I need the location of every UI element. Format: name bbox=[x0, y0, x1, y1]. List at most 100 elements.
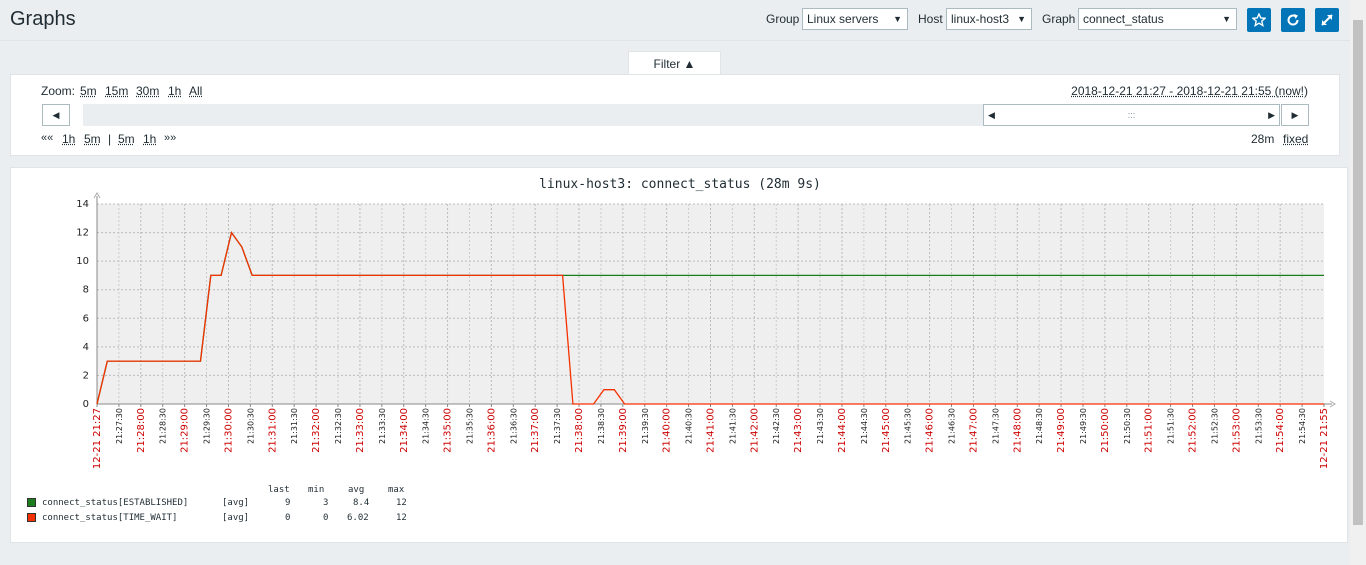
x-tick-label: 21:38:30 bbox=[597, 408, 606, 444]
forward-arrow[interactable]: »» bbox=[164, 132, 176, 144]
legend-header-min: min bbox=[308, 485, 325, 495]
x-tick-label: 21:45:30 bbox=[904, 408, 913, 444]
x-tick-label: 21:54:30 bbox=[1298, 408, 1307, 444]
zoom-all[interactable]: All bbox=[189, 84, 202, 98]
legend-max: 12 bbox=[396, 513, 407, 523]
x-tick-label: 21:32:00 bbox=[311, 408, 322, 453]
x-tick-label: 21:30:30 bbox=[246, 408, 255, 444]
x-tick-label: 21:50:00 bbox=[1100, 408, 1111, 453]
x-tick-label: 21:28:00 bbox=[136, 408, 147, 453]
legend-swatch bbox=[27, 498, 36, 507]
timeline-left-button[interactable]: ◀ bbox=[42, 104, 70, 126]
x-tick-label: 21:50:30 bbox=[1123, 408, 1132, 444]
legend-avg: 6.02 bbox=[347, 513, 369, 523]
time-range-separator: - bbox=[1165, 84, 1177, 98]
legend-min: 0 bbox=[323, 513, 329, 523]
fixed-toggle[interactable]: fixed bbox=[1283, 132, 1308, 146]
timeline-right-button[interactable]: ▶ bbox=[1281, 104, 1309, 126]
x-tick-label: 21:39:30 bbox=[641, 408, 650, 444]
y-tick-label: 10 bbox=[76, 256, 89, 267]
time-range-from: 2018-12-21 21:27 bbox=[1071, 84, 1166, 98]
x-tick-label: 21:27:30 bbox=[115, 408, 124, 444]
chevron-down-icon: ▼ bbox=[893, 14, 902, 24]
back-5m[interactable]: 5m bbox=[84, 132, 101, 146]
selector-grip[interactable]: ::: bbox=[984, 105, 1279, 125]
zoom-label: Zoom: bbox=[41, 84, 76, 98]
zoom-1h[interactable]: 1h bbox=[168, 84, 181, 98]
host-select-value: linux-host3 bbox=[951, 12, 1010, 26]
fullscreen-button[interactable] bbox=[1315, 8, 1339, 32]
page-header: Graphs Group Linux servers ▼ Host linux-… bbox=[0, 0, 1350, 41]
page-scrollbar[interactable] bbox=[1350, 0, 1366, 565]
host-label: Host bbox=[918, 12, 943, 26]
zoom-5m[interactable]: 5m bbox=[80, 84, 97, 98]
legend-func: [avg] bbox=[222, 498, 250, 508]
x-tick-label: 21:37:00 bbox=[530, 408, 541, 453]
legend-max: 12 bbox=[396, 498, 407, 508]
y-tick-label: 2 bbox=[83, 370, 89, 381]
x-tick-label: 21:48:00 bbox=[1012, 408, 1023, 453]
legend-func: [avg] bbox=[222, 513, 250, 523]
legend-avg: 8.4 bbox=[353, 498, 370, 508]
x-tick-label: 21:36:30 bbox=[509, 408, 518, 444]
x-tick-label: 21:53:00 bbox=[1231, 408, 1242, 453]
x-tick-label: 21:43:00 bbox=[793, 408, 804, 453]
filter-tab[interactable]: Filter ▲ bbox=[628, 51, 721, 75]
timeline-track[interactable] bbox=[83, 104, 993, 126]
graph-select[interactable]: connect_status ▼ bbox=[1078, 8, 1237, 30]
zoom-15m[interactable]: 15m bbox=[105, 84, 128, 98]
refresh-button[interactable] bbox=[1281, 8, 1305, 32]
host-select[interactable]: linux-host3 ▼ bbox=[946, 8, 1032, 30]
legend-series-name: connect_status[ESTABLISHED] bbox=[42, 498, 189, 508]
y-tick-label: 0 bbox=[83, 399, 89, 410]
favourite-button[interactable] bbox=[1247, 8, 1271, 32]
y-tick-label: 12 bbox=[76, 228, 89, 239]
time-range[interactable]: 2018-12-21 21:27 - 2018-12-21 21:55 (now… bbox=[1071, 84, 1308, 98]
y-tick-label: 14 bbox=[76, 199, 89, 210]
group-select[interactable]: Linux servers ▼ bbox=[802, 8, 908, 30]
x-tick-label: 21:35:30 bbox=[465, 408, 474, 444]
x-tick-label: 21:52:00 bbox=[1188, 408, 1199, 453]
x-tick-label: 21:49:30 bbox=[1079, 408, 1088, 444]
group-select-value: Linux servers bbox=[807, 12, 879, 26]
timeline-selector[interactable]: ◀ ::: ▶ bbox=[983, 104, 1280, 126]
x-tick-label: 21:35:00 bbox=[443, 408, 454, 453]
x-tick-label: 21:36:00 bbox=[486, 408, 497, 453]
zoom-30m[interactable]: 30m bbox=[136, 84, 159, 98]
chevron-down-icon: ▼ bbox=[1017, 14, 1026, 24]
x-tick-label: 21:49:00 bbox=[1056, 408, 1067, 453]
legend-swatch bbox=[27, 513, 36, 522]
x-tick-label: 21:46:30 bbox=[948, 408, 957, 444]
x-tick-label: 21:31:30 bbox=[290, 408, 299, 444]
graph-select-value: connect_status bbox=[1083, 12, 1164, 26]
filter-panel: Zoom: 5m 15m 30m 1h All 2018-12-21 21:27… bbox=[10, 74, 1340, 156]
x-tick-label: 21:40:30 bbox=[685, 408, 694, 444]
x-tick-label: 21:48:30 bbox=[1035, 408, 1044, 444]
page-title: Graphs bbox=[10, 8, 76, 30]
x-tick-label: 21:47:00 bbox=[968, 408, 979, 453]
back-arrow[interactable]: «« bbox=[41, 132, 53, 144]
x-tick-label: 21:45:00 bbox=[881, 408, 892, 453]
x-tick-label: 21:52:30 bbox=[1210, 408, 1219, 444]
scrollbar-thumb[interactable] bbox=[1353, 20, 1363, 525]
graph-panel: linux-host3: connect_status (28m 9s) 024… bbox=[10, 167, 1348, 543]
legend-series-name: connect_status[TIME_WAIT] bbox=[42, 513, 178, 523]
x-tick-label: 21:43:30 bbox=[816, 408, 825, 444]
x-tick-label: 21:42:30 bbox=[772, 408, 781, 444]
y-tick-label: 6 bbox=[83, 313, 89, 324]
legend-header-last: last bbox=[268, 485, 290, 495]
x-tick-label: 21:32:30 bbox=[334, 408, 343, 444]
x-tick-label: 21:33:00 bbox=[355, 408, 366, 453]
back-1h[interactable]: 1h bbox=[62, 132, 75, 146]
legend-header-avg: avg bbox=[348, 485, 365, 495]
caret-right-icon[interactable]: ▶ bbox=[1268, 105, 1275, 125]
refresh-icon bbox=[1287, 14, 1299, 26]
x-tick-label: 21:54:00 bbox=[1275, 408, 1286, 453]
x-tick-label: 21:44:00 bbox=[837, 408, 848, 453]
x-tick-label: 21:47:30 bbox=[991, 408, 1000, 444]
forward-5m[interactable]: 5m bbox=[118, 132, 135, 146]
legend-min: 3 bbox=[323, 498, 329, 508]
x-tick-label: 21:41:30 bbox=[728, 408, 737, 444]
x-tick-label: 21:37:30 bbox=[553, 408, 562, 444]
forward-1h[interactable]: 1h bbox=[143, 132, 156, 146]
